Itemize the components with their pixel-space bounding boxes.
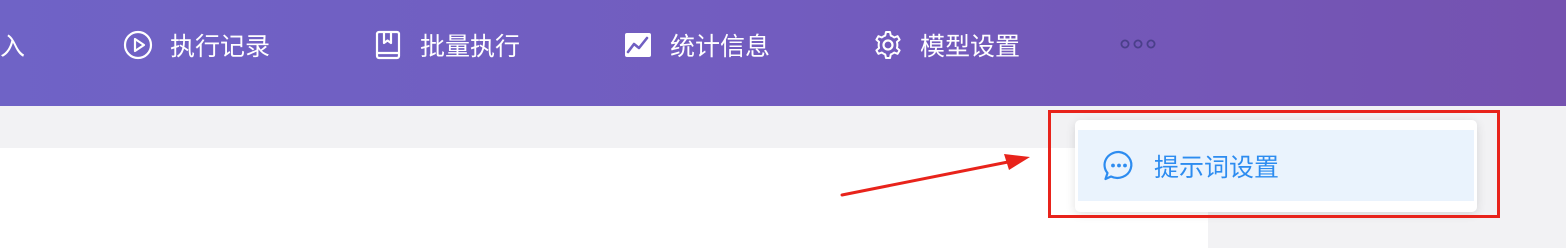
more-dropdown-menu: 提示词设置 (1075, 120, 1477, 212)
nav-item-label: 执行记录 (170, 32, 271, 61)
content-panel (0, 148, 1208, 248)
nav-item-label: 批量执行 (420, 32, 521, 61)
gear-icon (871, 28, 905, 62)
nav-item-label: 统计信息 (670, 32, 771, 61)
nav-item-statistics[interactable]: 统计信息 (621, 26, 770, 64)
nav-item-execution-records[interactable]: 执行记录 (121, 26, 270, 64)
nav-item-model-settings[interactable]: 模型设置 (871, 26, 1020, 64)
nav-item-label: 模型设置 (920, 32, 1021, 61)
chat-bubble-icon (1102, 149, 1136, 183)
dropdown-item-prompt-settings[interactable]: 提示词设置 (1078, 130, 1474, 201)
dropdown-item-label: 提示词设置 (1154, 152, 1280, 182)
top-navigation-bar: 导入 执行记录 批量执行 统计信息 (0, 0, 1566, 106)
play-circle-icon (121, 28, 155, 62)
more-dots-icon (1120, 39, 1156, 49)
nav-item-label: 导入 (0, 32, 26, 61)
book-icon (371, 28, 405, 62)
more-menu-button[interactable] (1118, 34, 1158, 54)
nav-item-batch-execution[interactable]: 批量执行 (371, 26, 520, 64)
chart-icon (621, 28, 655, 62)
nav-item-import[interactable]: 导入 (0, 26, 25, 64)
